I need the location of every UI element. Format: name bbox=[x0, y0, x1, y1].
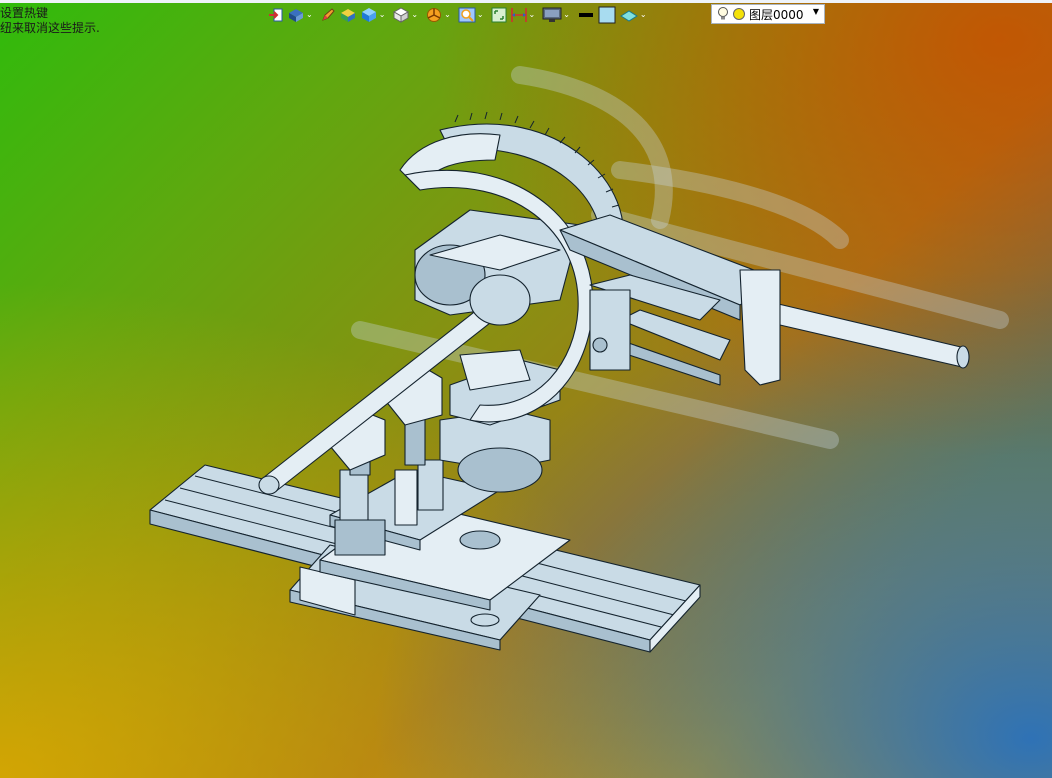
right-arm bbox=[559, 214, 781, 386]
cad-model-viewport[interactable]: .pt { fill: #c9dbe6; stroke: #14232e; st… bbox=[0, 0, 1052, 778]
